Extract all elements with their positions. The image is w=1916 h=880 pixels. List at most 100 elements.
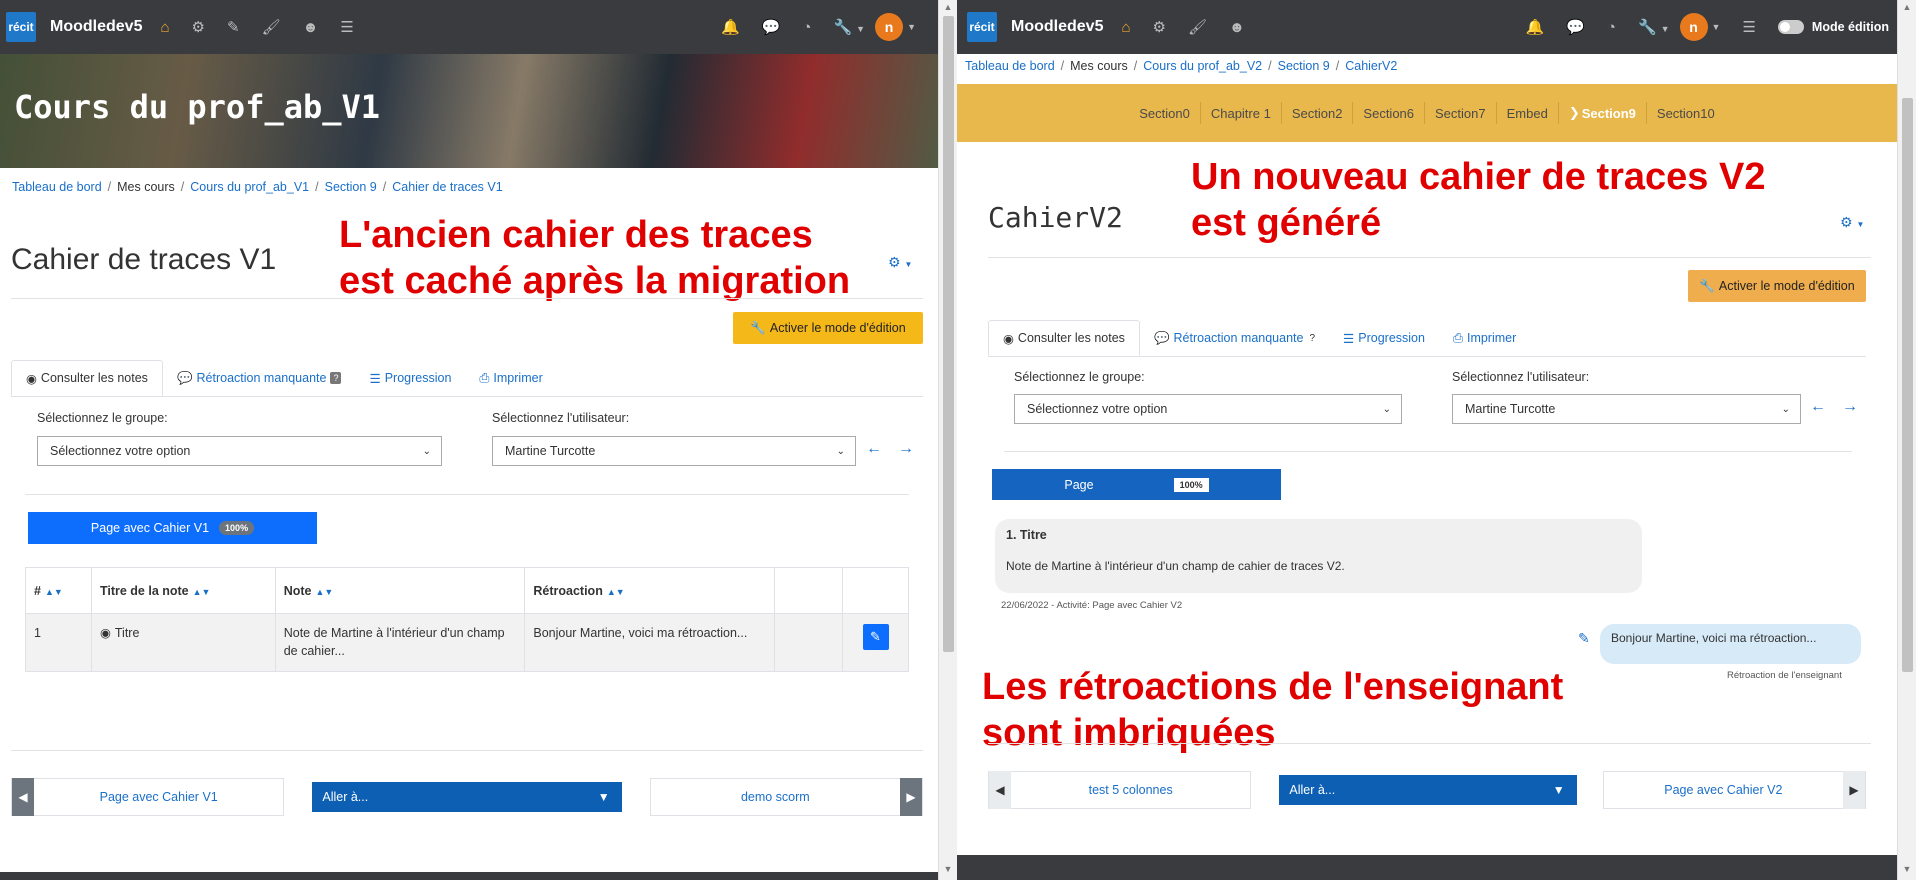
- col-title[interactable]: Titre de la note ▲▼: [90, 567, 276, 614]
- user-select[interactable]: Martine Turcotte ⌄: [1452, 394, 1801, 424]
- section-link-current[interactable]: ❯ Section9: [1559, 102, 1647, 124]
- dashboard-icon[interactable]: ◔: [802, 19, 811, 36]
- gear-icon[interactable]: ⚙: [1153, 18, 1166, 36]
- dashboard-icon[interactable]: ◔: [1607, 19, 1616, 36]
- col-number[interactable]: # ▲▼: [25, 567, 92, 614]
- prev-user-arrow-icon[interactable]: ←: [1810, 398, 1826, 416]
- goto-select[interactable]: Aller à... ▼: [1279, 775, 1577, 805]
- brush-icon[interactable]: 🖌: [1188, 18, 1207, 36]
- right-scrollbar[interactable]: ▲ ▼: [1897, 0, 1916, 880]
- section-link-2[interactable]: Section2: [1282, 102, 1354, 124]
- home-icon[interactable]: ⌂: [160, 19, 169, 36]
- breadcrumb-section[interactable]: Section 9: [1278, 59, 1330, 73]
- next-activity-link[interactable]: demo scorm ▶: [649, 778, 924, 816]
- prev-user-arrow-icon[interactable]: ←: [866, 440, 882, 458]
- user-menu-caret[interactable]: ▼: [1712, 22, 1721, 32]
- col-feedback[interactable]: Rétroaction ▲▼: [524, 567, 776, 614]
- brush-icon[interactable]: 🖌: [262, 18, 281, 36]
- edit-mode-button[interactable]: 🔧 Activer le mode d'édition: [1688, 270, 1866, 302]
- tab-print[interactable]: ⎙ Imprimer: [465, 360, 556, 396]
- help-badge[interactable]: ?: [330, 372, 342, 384]
- tab-progression[interactable]: ☰ Progression: [355, 360, 465, 396]
- scroll-up-icon[interactable]: ▲: [1898, 2, 1916, 12]
- scroll-up-icon[interactable]: ▲: [939, 2, 957, 12]
- goto-select[interactable]: Aller à... ▼: [312, 782, 622, 812]
- breadcrumb-my-courses[interactable]: Mes cours: [117, 180, 175, 194]
- chevron-down-icon: ⌄: [422, 445, 431, 457]
- col-note[interactable]: Note ▲▼: [274, 567, 526, 614]
- scroll-down-icon[interactable]: ▼: [939, 864, 957, 874]
- group-select[interactable]: Sélectionnez votre option ⌄: [37, 436, 442, 466]
- settings-gear-icon[interactable]: ⚙ ▼: [1840, 214, 1864, 231]
- cell-actions: ✎: [842, 613, 909, 672]
- next-activity-label: demo scorm: [740, 790, 810, 804]
- breadcrumb-section[interactable]: Section 9: [325, 180, 377, 194]
- avatar[interactable]: n: [1679, 13, 1708, 41]
- breadcrumb-dashboard[interactable]: Tableau de bord: [965, 59, 1055, 73]
- page-button[interactable]: Page avec Cahier V1 100%: [28, 512, 317, 544]
- recit-logo[interactable]: récit: [6, 12, 36, 42]
- settings-gear-icon[interactable]: ⚙ ▼: [888, 254, 912, 271]
- wrench-icon[interactable]: 🔧 ▼: [833, 18, 865, 36]
- bell-icon[interactable]: 🔔: [721, 18, 740, 36]
- scroll-thumb[interactable]: [1902, 98, 1913, 672]
- next-user-arrow-icon[interactable]: →: [898, 440, 914, 458]
- tab-missing-feedback[interactable]: 💬 Rétroaction manquante?: [1140, 320, 1329, 356]
- tab-missing-feedback[interactable]: 💬 Rétroaction manquante?: [163, 360, 356, 396]
- title-divider: [11, 298, 923, 299]
- page-button-label: Page: [1064, 477, 1094, 492]
- edit-mode-toggle[interactable]: [1777, 20, 1804, 34]
- edit-mode-button[interactable]: 🔧 Activer le mode d'édition: [733, 312, 923, 344]
- scroll-thumb[interactable]: [943, 16, 954, 652]
- edit-pencil-icon[interactable]: ✎: [862, 624, 889, 650]
- users-icon[interactable]: ☻: [303, 19, 319, 36]
- tab-consult-notes[interactable]: ◉ Consulter les notes: [11, 360, 163, 396]
- course-title: Cours du prof_ab_V1: [14, 88, 381, 126]
- next-activity-link[interactable]: Page avec Cahier V2 ▶: [1602, 771, 1867, 809]
- section-link-5[interactable]: Embed: [1497, 102, 1559, 124]
- page-title: CahierV2: [988, 201, 1123, 234]
- section-link-1[interactable]: Chapitre 1: [1201, 102, 1282, 124]
- breadcrumb-dashboard[interactable]: Tableau de bord: [12, 180, 102, 194]
- site-brand[interactable]: Moodledev5: [50, 18, 142, 36]
- tab-progression[interactable]: ☰ Progression: [1329, 320, 1439, 356]
- section-link-7[interactable]: Section10: [1647, 102, 1725, 124]
- tab-consult-notes[interactable]: ◉ Consulter les notes: [988, 320, 1140, 356]
- section-link-4[interactable]: Section7: [1425, 102, 1497, 124]
- avatar[interactable]: n: [875, 13, 904, 41]
- prev-activity-link[interactable]: ◀ test 5 colonnes: [988, 771, 1252, 809]
- breadcrumb-activity[interactable]: Cahier de traces V1: [392, 180, 502, 194]
- bank-icon[interactable]: ⌂: [1121, 19, 1130, 36]
- section-link-0[interactable]: Section0: [1129, 102, 1201, 124]
- edit-pencil-icon[interactable]: ✎: [1578, 630, 1590, 647]
- user-menu-caret[interactable]: ▼: [907, 22, 916, 32]
- wrench-icon[interactable]: 🔧 ▼: [1638, 18, 1670, 36]
- next-user-arrow-icon[interactable]: →: [1842, 398, 1858, 416]
- breadcrumb-course[interactable]: Cours du prof_ab_V2: [1143, 59, 1262, 73]
- breadcrumb-course[interactable]: Cours du prof_ab_V1: [190, 180, 309, 194]
- breadcrumb-my-courses[interactable]: Mes cours: [1070, 59, 1128, 73]
- chat-icon[interactable]: 💬: [762, 18, 781, 36]
- recit-logo[interactable]: récit: [967, 12, 997, 42]
- users-icon[interactable]: ☻: [1229, 19, 1245, 36]
- prev-activity-link[interactable]: ◀ Page avec Cahier V1: [11, 778, 285, 816]
- user-select[interactable]: Martine Turcotte ⌄: [492, 436, 856, 466]
- site-brand[interactable]: Moodledev5: [1011, 18, 1103, 36]
- printer-icon: ⎙: [479, 370, 490, 385]
- breadcrumb-activity[interactable]: CahierV2: [1345, 59, 1397, 73]
- page-button[interactable]: Page 100%: [992, 469, 1281, 500]
- sort-icon: ▲▼: [315, 586, 334, 597]
- sliders-icon[interactable]: ☰: [340, 18, 353, 36]
- chevron-right-icon: ❯: [1568, 105, 1580, 120]
- chat-icon[interactable]: 💬: [1566, 18, 1585, 36]
- bell-icon[interactable]: 🔔: [1526, 18, 1545, 36]
- section-link-3[interactable]: Section6: [1353, 102, 1426, 124]
- group-select[interactable]: Sélectionnez votre option ⌄: [1014, 394, 1402, 424]
- gear-icon[interactable]: ⚙: [192, 18, 205, 36]
- pencil-icon[interactable]: ✎: [227, 18, 240, 36]
- scroll-down-icon[interactable]: ▼: [1898, 864, 1916, 874]
- sliders-icon[interactable]: ☰: [1742, 18, 1755, 36]
- tab-print[interactable]: ⎙ Imprimer: [1439, 320, 1530, 356]
- help-badge[interactable]: ?: [1309, 333, 1315, 344]
- left-scrollbar[interactable]: ▲ ▼: [938, 0, 957, 880]
